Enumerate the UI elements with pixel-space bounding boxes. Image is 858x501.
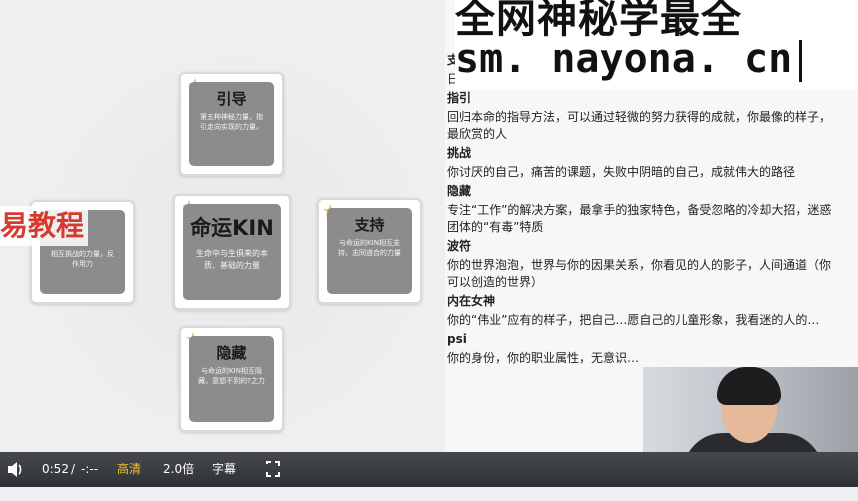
- speed-button[interactable]: 2.0倍: [163, 452, 194, 487]
- quality-button[interactable]: 高清: [117, 452, 141, 487]
- note-heading: 内在女神: [447, 294, 496, 308]
- card-hidden-title: 隐藏: [216, 344, 247, 362]
- note-body: 你的身份，你的职业属性，无意识…: [447, 351, 640, 365]
- watermark-line-2: sm. nayona. cn: [455, 36, 793, 82]
- card-destiny-kin-desc: 生命中与生俱来的本质、基础的力量: [196, 249, 268, 270]
- card-support: ★ 支持 与命运的KIN相互支持，志同道合的力量: [317, 198, 422, 304]
- text-cursor: [799, 40, 802, 82]
- slide-diagram: ★ 引导 第五种神秘力量，指引走向实现的力量。 ★ 命运KIN 生命中与生俱来的…: [0, 0, 445, 452]
- card-hidden-body: 隐藏 与命运的KIN相互隐藏，意想不到的?之力: [189, 336, 274, 422]
- card-support-desc: 与命运的KIN相互支持，志同道合的力量: [338, 239, 401, 257]
- note-body: 你的“伟业”应有的样子，把自己…愿自己的儿童形象，我看迷的人的…: [447, 313, 820, 327]
- card-guide-title: 引导: [216, 90, 247, 108]
- note-body: 回归本命的指导方法，可以通过轻微的努力获得的成就，你最像的样子，最欣赏的人: [447, 110, 832, 141]
- card-support-body: 支持 与命运的KIN相互支持，志同道合的力量: [327, 208, 412, 294]
- note-heading: 隐藏: [447, 184, 472, 198]
- card-hidden-desc: 与命运的KIN相互隐藏，意想不到的?之力: [198, 367, 265, 385]
- notes-text: 支持日常生活性格，给自己一个“猥泡”的方式，显性可见，青少年时期的天分指引回归本…: [447, 52, 842, 369]
- card-challenge-desc: 相互挑战的力量，反作用力: [51, 250, 114, 268]
- note-heading: 指引: [447, 91, 472, 105]
- card-support-title: 支持: [354, 216, 385, 234]
- card-destiny-kin-body: 命运KIN 生命中与生俱来的本质、基础的力量: [183, 204, 281, 300]
- card-destiny-kin: ★ 命运KIN 生命中与生俱来的本质、基础的力量: [173, 194, 291, 310]
- subtitles-button[interactable]: 字幕: [212, 452, 236, 487]
- note-body: 专注“工作”的解决方案，最拿手的独家特色，备受忽略的冷却大招，迷惑团体的“有毒”…: [447, 203, 832, 234]
- card-guide-body: 引导 第五种神秘力量，指引走向实现的力量。: [189, 82, 274, 166]
- video-stage[interactable]: ★ 引导 第五种神秘力量，指引走向实现的力量。 ★ 命运KIN 生命中与生俱来的…: [0, 0, 858, 452]
- card-destiny-kin-title: 命运KIN: [190, 216, 274, 240]
- webcam-overlay: [643, 367, 858, 452]
- player-controls: 0:52 / -:-- 高清 2.0倍 字幕: [0, 452, 858, 487]
- card-guide-desc: 第五种神秘力量，指引走向实现的力量。: [200, 113, 263, 131]
- fullscreen-icon[interactable]: [265, 452, 281, 487]
- total-duration: -:--: [81, 462, 99, 476]
- volume-icon[interactable]: [6, 452, 24, 487]
- note-heading: 波符: [447, 239, 472, 253]
- note-heading: 挑战: [447, 146, 472, 160]
- card-hidden: ★ 隐藏 与命运的KIN相互隐藏，意想不到的?之力: [179, 326, 284, 432]
- card-guide: ★ 引导 第五种神秘力量，指引走向实现的力量。: [179, 72, 284, 176]
- current-time: 0:52: [42, 462, 69, 476]
- time-separator: /: [71, 462, 76, 476]
- overlay-tag: 易教程: [0, 206, 89, 246]
- note-body: 你的世界泡泡，世界与你的因果关系，你看见的人的影子，人间通道（你可以创造的世界）: [447, 258, 832, 289]
- note-body: 你讨厌的自己，痛苦的课题，失败中阴暗的自己，成就伟大的路径: [447, 165, 796, 179]
- note-heading: psi: [447, 332, 467, 346]
